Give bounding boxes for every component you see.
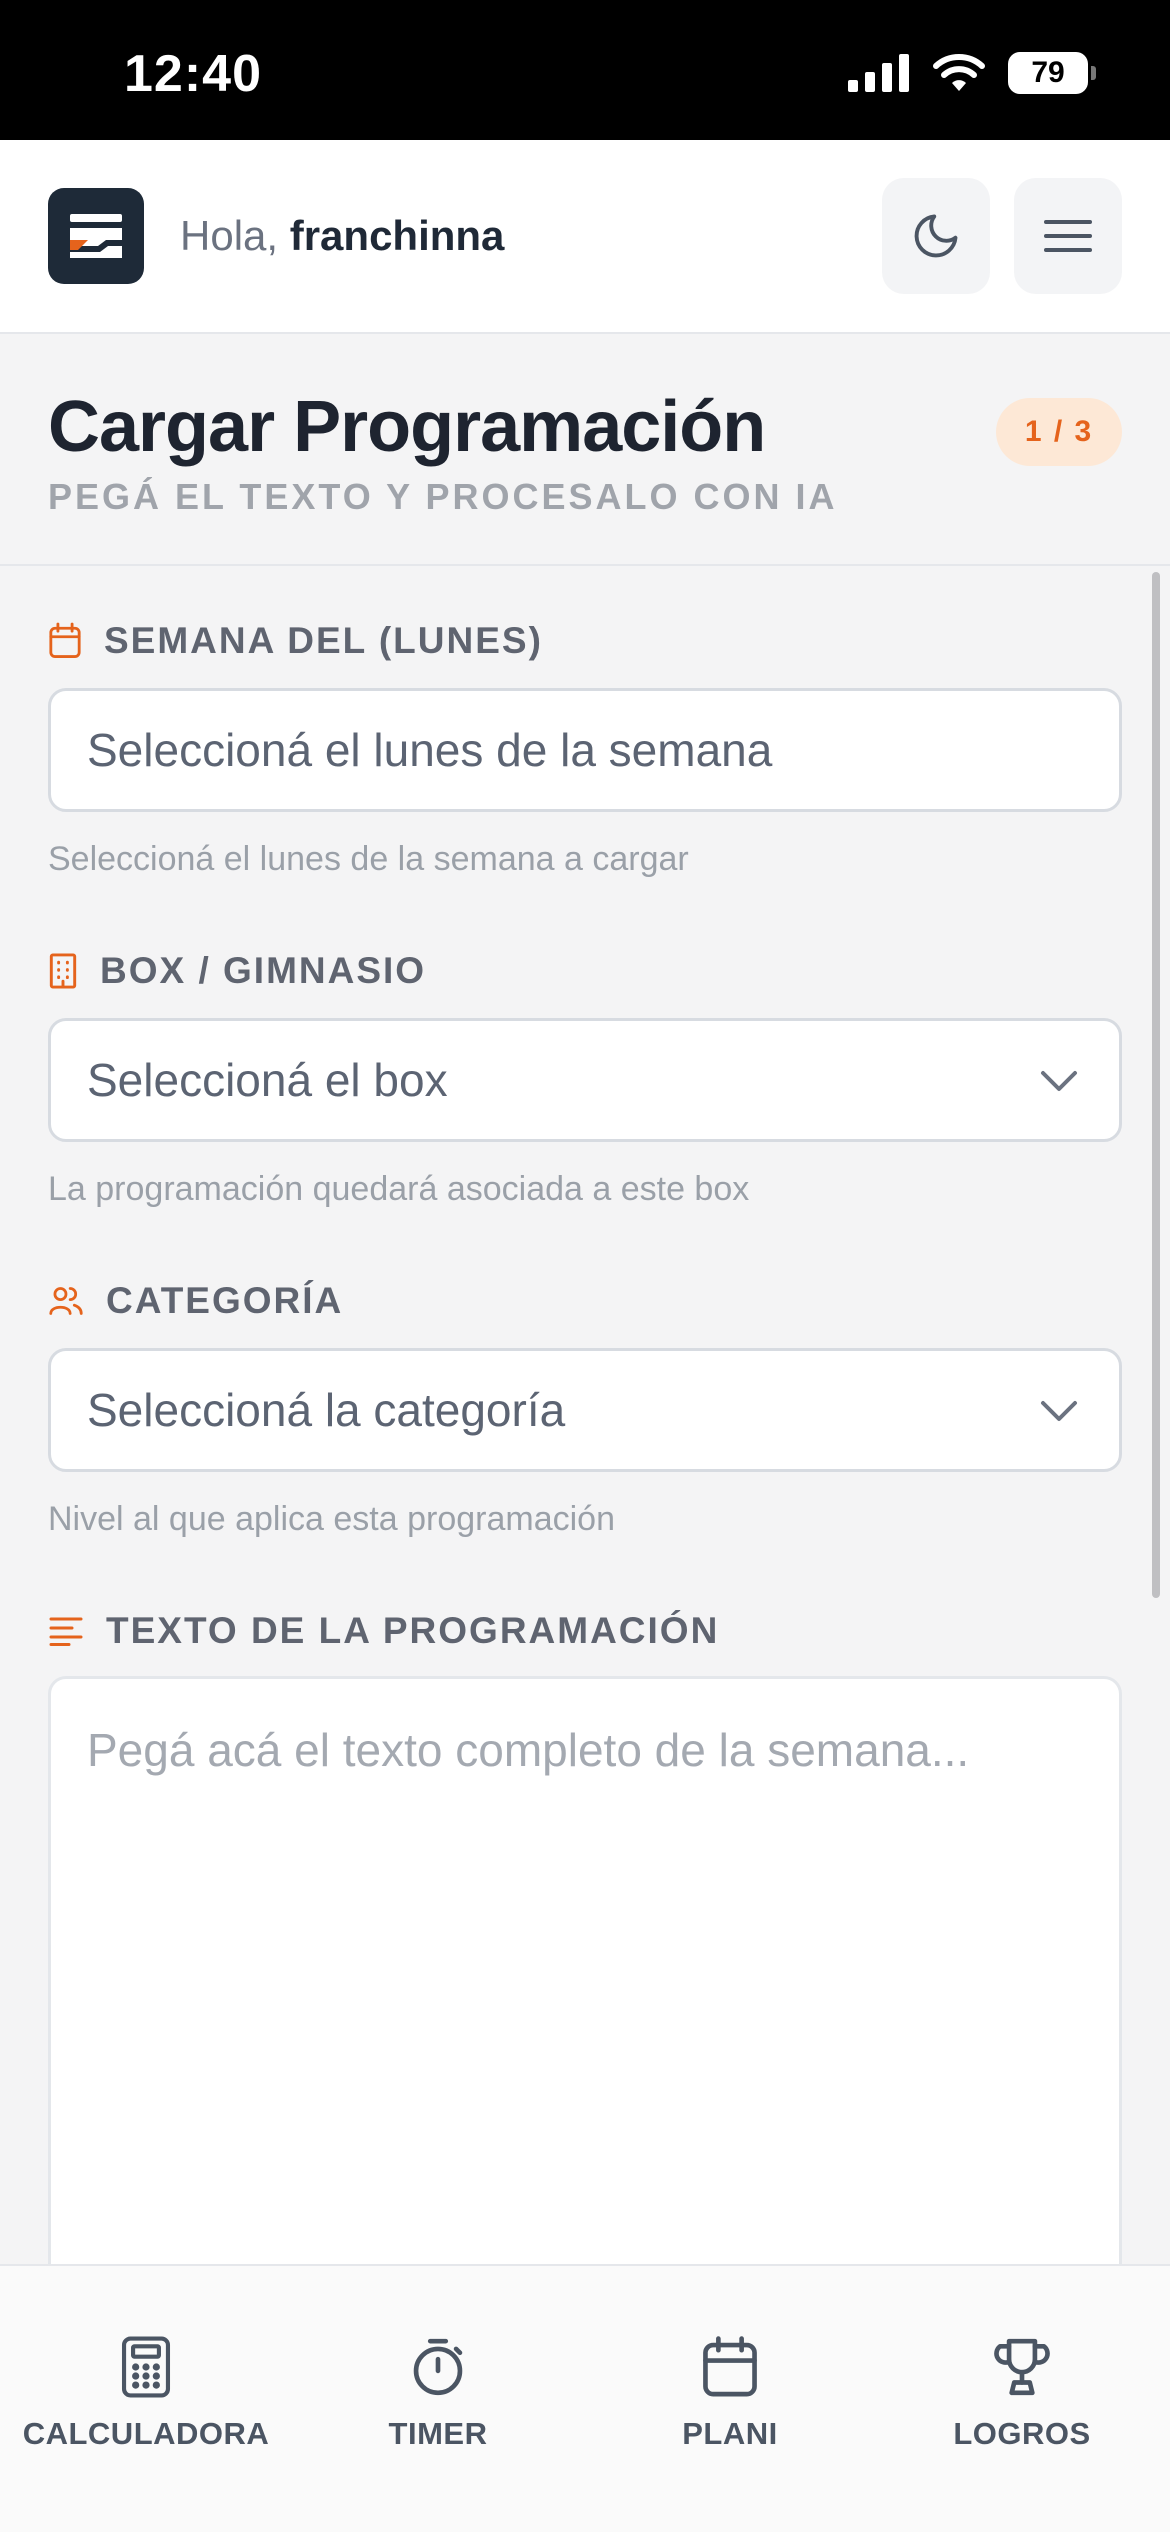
battery-indicator: 79: [1008, 52, 1096, 94]
building-icon: [49, 953, 77, 989]
week-label: SEMANA DEL (LUNES): [48, 620, 543, 662]
box-select-value: Seleccioná el box: [87, 1054, 448, 1106]
users-icon: [49, 1287, 83, 1315]
week-helper: Seleccioná el lunes de la semana a carga…: [48, 840, 689, 878]
box-select[interactable]: Seleccioná el box: [48, 1018, 1122, 1142]
category-select[interactable]: Seleccioná la categoría: [48, 1348, 1122, 1472]
week-label-text: SEMANA DEL (LUNES): [104, 620, 543, 661]
category-helper: Nivel al que aplica esta programación: [48, 1500, 615, 1538]
nav-timer[interactable]: TIMER: [292, 2336, 584, 2452]
calculator-icon: [121, 2336, 171, 2398]
nav-plan-label: PLANI: [682, 2416, 778, 2451]
text-label-text: TEXTO DE LA PROGRAMACIÓN: [106, 1610, 720, 1651]
nav-achievements[interactable]: LOGROS: [876, 2336, 1168, 2452]
menu-button[interactable]: [1014, 178, 1122, 294]
scrollbar[interactable]: [1152, 572, 1160, 1598]
nav-achievements-label: LOGROS: [953, 2416, 1091, 2451]
category-select-value: Seleccioná la categoría: [87, 1384, 566, 1436]
align-left-icon: [49, 1617, 83, 1646]
greeting: Hola, franchinna: [180, 212, 504, 260]
nav-calculator[interactable]: CALCULADORA: [0, 2336, 292, 2452]
week-date-input[interactable]: Seleccioná el lunes de la semana: [48, 688, 1122, 812]
status-icons: 79: [848, 52, 1096, 94]
box-helper: La programación quedará asociada a este …: [48, 1170, 750, 1208]
username: franchinna: [289, 212, 505, 259]
box-label: BOX / GIMNASIO: [48, 950, 426, 992]
week-date-placeholder: Seleccioná el lunes de la semana: [87, 724, 773, 776]
title-section: Cargar Programación PEGÁ EL TEXTO Y PROC…: [0, 334, 1170, 566]
text-label: TEXTO DE LA PROGRAMACIÓN: [48, 1610, 719, 1652]
theme-toggle-button[interactable]: [882, 178, 990, 294]
signal-icon: [848, 54, 909, 92]
category-label-text: CATEGORÍA: [106, 1280, 344, 1321]
textarea-placeholder: Pegá acá el texto completo de la semana.…: [87, 1724, 970, 1776]
logo-icon: [70, 214, 122, 258]
greeting-prefix: Hola,: [180, 212, 290, 259]
nav-calculator-label: CALCULADORA: [22, 2416, 270, 2451]
calendar-icon: [703, 2336, 757, 2397]
nav-plan[interactable]: PLANI: [584, 2336, 876, 2452]
wifi-icon: [933, 54, 985, 91]
calendar-icon: [49, 622, 81, 659]
step-badge: 1 / 3: [996, 398, 1122, 466]
app-logo[interactable]: [48, 188, 144, 284]
trophy-icon: [994, 2338, 1050, 2396]
hamburger-icon: [1044, 220, 1092, 252]
app-header: Hola, franchinna: [0, 140, 1170, 334]
box-label-text: BOX / GIMNASIO: [100, 950, 427, 991]
moon-icon: [914, 214, 958, 258]
category-label: CATEGORÍA: [48, 1280, 343, 1322]
status-time: 12:40: [124, 45, 262, 103]
bottom-nav: CALCULADORA TIMER PLANI LOGROS: [0, 2264, 1170, 2532]
page-subtitle: PEGÁ EL TEXTO Y PROCESALO CON IA: [48, 476, 838, 517]
page-title: Cargar Programación: [48, 387, 766, 467]
nav-timer-label: TIMER: [388, 2416, 488, 2451]
stopwatch-icon: [413, 2338, 463, 2396]
chevron-down-icon: [1041, 1401, 1077, 1421]
chevron-down-icon: [1041, 1071, 1077, 1091]
status-bar: 12:40 79: [0, 0, 1170, 140]
